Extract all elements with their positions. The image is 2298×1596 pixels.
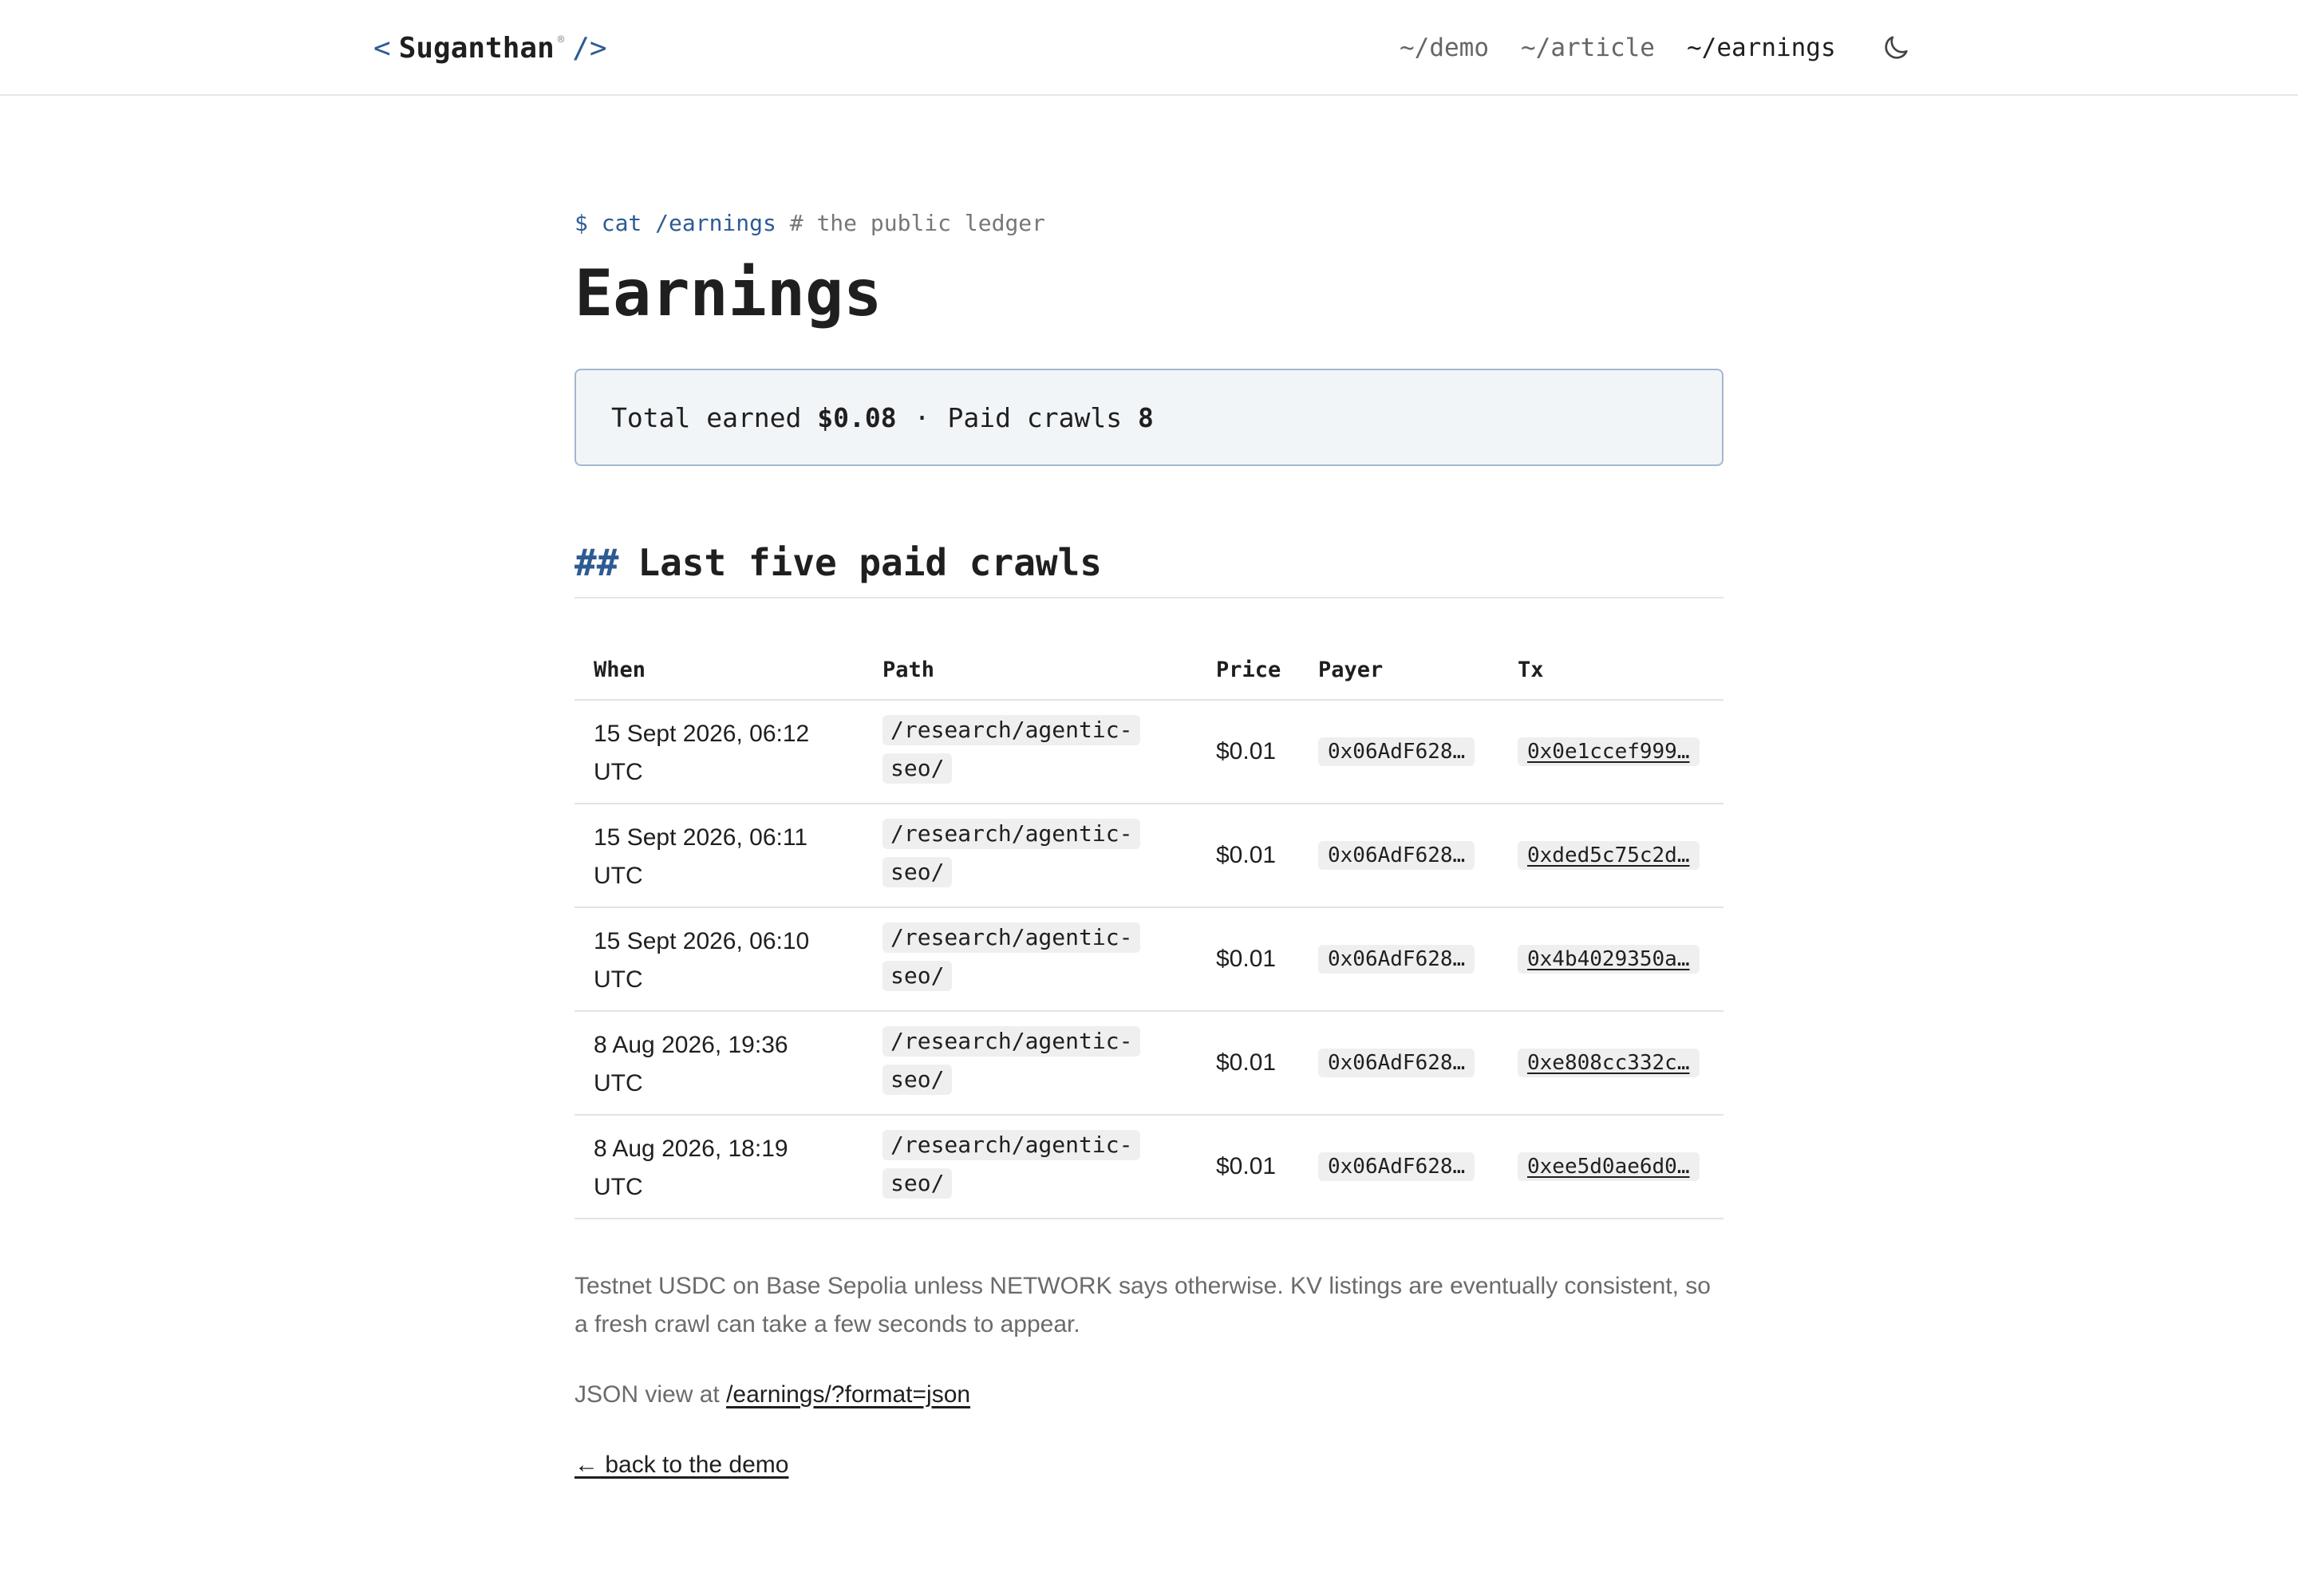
payer-address: 0x06AdF628… [1318, 841, 1475, 870]
path-part-2: seo/ [882, 1065, 953, 1095]
payer-address: 0x06AdF628… [1318, 737, 1475, 766]
cell-price: $0.01 [1216, 946, 1277, 972]
when-date: 15 Sept 2026, 06:11 [594, 824, 808, 851]
cell-price: $0.01 [1216, 1049, 1277, 1076]
cell-when: 8 Aug 2026, 19:36 UTC [594, 1026, 788, 1103]
path-part-1: /research/agentic- [882, 922, 1141, 953]
command-prompt: $ cat /earnings # the public ledger [574, 207, 1045, 239]
cell-tx: 0xee5d0ae6d0… [1518, 1152, 1700, 1181]
main-nav: ~/demo ~/article ~/earnings [0, 29, 2298, 67]
cell-tx: 0x0e1ccef999… [1518, 737, 1700, 766]
column-header-tx: Tx [1518, 658, 1544, 682]
path-part-2: seo/ [882, 857, 953, 887]
section-hash: ## [574, 541, 619, 584]
table-row: 8 Aug 2026, 18:19 UTC /research/agentic-s… [574, 1116, 1724, 1219]
cell-payer: 0x06AdF628… [1318, 1049, 1475, 1077]
cell-tx: 0xe808cc332c… [1518, 1049, 1700, 1077]
table-row: 15 Sept 2026, 06:11 UTC /research/agentic… [574, 804, 1724, 908]
when-timezone: UTC [594, 1174, 643, 1200]
payer-address: 0x06AdF628… [1318, 1152, 1475, 1181]
section-title: Last five paid crawls [638, 541, 1102, 584]
cell-when: 8 Aug 2026, 18:19 UTC [594, 1130, 788, 1207]
table-row: 8 Aug 2026, 19:36 UTC /research/agentic-s… [574, 1012, 1724, 1116]
when-timezone: UTC [594, 966, 643, 993]
network-note: Testnet USDC on Base Sepolia unless NETW… [574, 1273, 1711, 1337]
path-part-2: seo/ [882, 753, 953, 784]
column-header-path: Path [882, 658, 935, 682]
path-part-2: seo/ [882, 961, 953, 991]
tx-link[interactable]: 0xee5d0ae6d0… [1518, 1152, 1700, 1181]
cell-path: /research/agentic-seo/ [882, 922, 1146, 999]
paid-crawls-value: 8 [1137, 401, 1154, 433]
json-view-prefix: JSON view at [574, 1381, 720, 1408]
section-heading: ## Last five paid crawls [574, 535, 1724, 598]
column-header-when: When [594, 658, 646, 682]
cell-price: $0.01 [1216, 842, 1277, 868]
payer-address: 0x06AdF628… [1318, 945, 1475, 974]
when-timezone: UTC [594, 759, 643, 785]
table-row: 15 Sept 2026, 06:12 UTC /research/agentic… [574, 701, 1724, 804]
payer-address: 0x06AdF628… [1318, 1049, 1475, 1077]
back-to-demo-link[interactable]: ← back to the demo [574, 1446, 788, 1484]
path-part-1: /research/agentic- [882, 715, 1141, 745]
when-date: 15 Sept 2026, 06:10 [594, 928, 810, 954]
cell-when: 15 Sept 2026, 06:11 UTC [594, 819, 807, 895]
cell-tx: 0xded5c75c2d… [1518, 841, 1700, 870]
path-part-2: seo/ [882, 1168, 953, 1199]
cell-payer: 0x06AdF628… [1318, 945, 1475, 974]
cell-path: /research/agentic-seo/ [882, 1130, 1146, 1207]
site-header: < Suganthan ® /> ~/demo ~/article ~/earn… [0, 0, 2298, 96]
when-date: 8 Aug 2026, 19:36 [594, 1032, 788, 1058]
cell-price: $0.01 [1216, 1153, 1277, 1179]
cell-when: 15 Sept 2026, 06:12 UTC [594, 715, 809, 792]
when-timezone: UTC [594, 863, 643, 889]
tx-link[interactable]: 0xe808cc332c… [1518, 1049, 1700, 1077]
cell-payer: 0x06AdF628… [1318, 841, 1475, 870]
path-part-1: /research/agentic- [882, 819, 1141, 849]
tx-link[interactable]: 0x0e1ccef999… [1518, 737, 1700, 766]
earnings-summary: Total earned $0.08 · Paid crawls 8 [574, 369, 1724, 466]
nav-demo[interactable]: ~/demo [1400, 29, 1489, 67]
moon-icon[interactable] [1880, 32, 1912, 64]
tx-link[interactable]: 0x4b4029350a… [1518, 945, 1700, 974]
json-view-link[interactable]: /earnings/?format=json [726, 1381, 970, 1408]
column-header-price: Price [1216, 658, 1281, 682]
cell-when: 15 Sept 2026, 06:10 UTC [594, 922, 809, 999]
crawls-table: When Path Price Payer Tx 15 Sept 2026, 0… [574, 638, 1724, 1219]
cell-payer: 0x06AdF628… [1318, 1152, 1475, 1181]
prompt-comment: # the public ledger [789, 210, 1046, 236]
total-earned-label: Total earned [611, 401, 802, 433]
cell-path: /research/agentic-seo/ [882, 1026, 1146, 1103]
when-timezone: UTC [594, 1070, 643, 1096]
nav-article[interactable]: ~/article [1521, 29, 1655, 67]
path-part-1: /research/agentic- [882, 1026, 1141, 1057]
when-date: 8 Aug 2026, 18:19 [594, 1136, 788, 1162]
nav-earnings[interactable]: ~/earnings [1687, 29, 1836, 67]
cell-price: $0.01 [1216, 738, 1277, 764]
cell-payer: 0x06AdF628… [1318, 737, 1475, 766]
when-date: 15 Sept 2026, 06:12 [594, 721, 810, 747]
total-earned-value: $0.08 [817, 401, 897, 433]
table-row: 15 Sept 2026, 06:10 UTC /research/agentic… [574, 908, 1724, 1012]
cell-path: /research/agentic-seo/ [882, 819, 1146, 895]
json-view-line: JSON view at /earnings/?format=json [574, 1376, 970, 1414]
column-header-payer: Payer [1318, 658, 1384, 682]
paid-crawls-label: Paid crawls [947, 401, 1123, 433]
cell-path: /research/agentic-seo/ [882, 715, 1146, 792]
page-title: Earnings [574, 256, 882, 330]
summary-separator: · [914, 401, 930, 433]
tx-link[interactable]: 0xded5c75c2d… [1518, 841, 1700, 870]
cell-tx: 0x4b4029350a… [1518, 945, 1700, 974]
table-header: When Path Price Payer Tx [574, 638, 1724, 701]
prompt-command: $ cat /earnings [574, 210, 776, 236]
path-part-1: /research/agentic- [882, 1130, 1141, 1160]
